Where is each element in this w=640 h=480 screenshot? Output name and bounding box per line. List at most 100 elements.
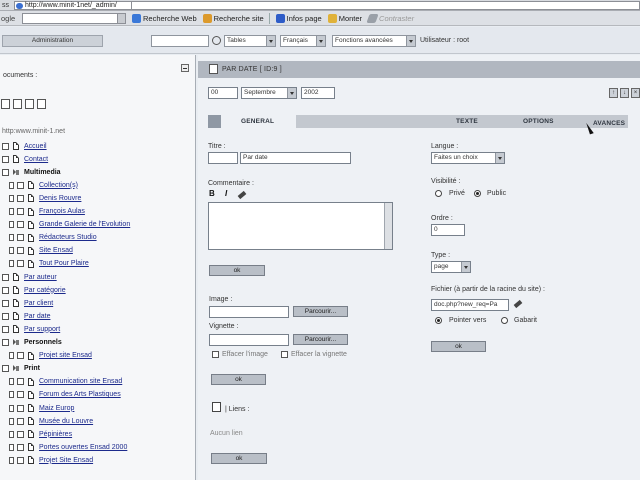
item-checkbox[interactable] (17, 194, 24, 202)
page-info-button[interactable]: Infos page (275, 13, 322, 23)
sidebar-item[interactable]: Forum des Arts Plastiques (9, 389, 121, 401)
sidebar-item-label[interactable]: Forum des Arts Plastiques (39, 391, 121, 398)
sidebar-item-label[interactable]: Pépinières (39, 431, 72, 438)
highlight-button[interactable]: Contraster (366, 13, 414, 23)
sidebar-item-label[interactable]: Denis Rouvre (39, 195, 81, 202)
item-checkbox[interactable] (17, 181, 24, 189)
title-prefix-field[interactable] (208, 152, 238, 164)
sidebar-item[interactable]: Communication site Ensad (9, 376, 122, 388)
sidebar-item[interactable]: Print (2, 363, 40, 375)
item-checkbox[interactable] (17, 208, 24, 215)
sidebar-item-label[interactable]: Print (24, 365, 40, 372)
point-to-radio[interactable] (435, 317, 442, 324)
image-path-field[interactable] (209, 306, 289, 318)
sidebar-item[interactable]: Multimedia (2, 166, 61, 178)
search-icon[interactable] (212, 36, 221, 45)
item-checkbox[interactable] (2, 339, 9, 346)
sidebar-item-label[interactable]: Tout Pour Plaire (39, 260, 89, 267)
item-checkbox[interactable] (17, 234, 24, 242)
address-field-remainder[interactable] (130, 0, 640, 10)
tab-texte[interactable]: TEXTE (456, 115, 478, 128)
template-radio[interactable] (501, 317, 508, 324)
sidebar-item[interactable]: Denis Rouvre (9, 192, 81, 204)
sidebar-item-label[interactable]: Par auteur (24, 274, 57, 281)
item-checkbox[interactable] (17, 247, 24, 255)
comment-textarea[interactable] (208, 202, 393, 250)
tables-select[interactable]: Tables (224, 35, 276, 47)
google-search-input[interactable] (22, 12, 126, 24)
arrow-down-icon[interactable]: ↓ (620, 88, 629, 98)
delete-icon[interactable] (25, 99, 34, 109)
sidebar-item[interactable]: Portes ouvertes Ensad 2000 (9, 441, 127, 453)
ok-button-options[interactable]: ok (431, 341, 486, 352)
sidebar-item-label[interactable]: Accueil (24, 143, 47, 150)
up-button[interactable]: Monter (327, 13, 362, 23)
page-language-select[interactable]: Faites un choix (431, 152, 505, 164)
sidebar-item-label[interactable]: Personnels (24, 339, 62, 346)
web-search-button[interactable]: Recherche Web (132, 13, 197, 23)
sidebar-item-label[interactable]: Par client (24, 300, 53, 307)
scrollbar[interactable] (384, 203, 392, 249)
order-field[interactable]: 0 (431, 224, 465, 236)
sidebar-item[interactable]: Projet Site Ensad (9, 454, 93, 466)
date-month-select[interactable]: Septembre (241, 87, 297, 99)
bold-button[interactable]: B (209, 189, 215, 198)
item-checkbox[interactable] (17, 352, 24, 360)
item-checkbox[interactable] (17, 456, 24, 464)
delete-image-checkbox[interactable] (212, 351, 219, 358)
tab-general[interactable]: GENERAL (241, 115, 274, 128)
sidebar-item[interactable]: François Aulas (9, 206, 85, 218)
edit-icon[interactable] (513, 299, 523, 309)
item-checkbox[interactable] (17, 221, 24, 229)
sidebar-item[interactable]: Contact (2, 153, 48, 165)
admin-search-input[interactable] (151, 35, 209, 47)
delete-vignette-checkbox[interactable] (281, 351, 288, 358)
sidebar-item[interactable]: Personnels (2, 337, 62, 349)
item-checkbox[interactable] (17, 378, 24, 386)
ok-button-comment[interactable]: ok (209, 265, 265, 276)
sidebar-item[interactable]: Collection(s) (9, 179, 78, 191)
item-checkbox[interactable] (2, 299, 9, 307)
arrow-up-icon[interactable]: ↑ (609, 88, 618, 98)
sidebar-item[interactable]: Par client (2, 297, 53, 309)
chevron-down-icon[interactable] (117, 13, 125, 23)
sidebar-item[interactable]: Par support (2, 323, 60, 335)
title-field[interactable]: Par date (240, 152, 351, 164)
sidebar-item[interactable]: Par catégorie (2, 284, 66, 296)
sidebar-item[interactable]: Pépinières (9, 428, 72, 440)
item-checkbox[interactable] (2, 273, 9, 281)
vignette-browse-button[interactable]: Parcourir... (293, 334, 348, 345)
collapse-icon[interactable] (181, 64, 189, 72)
sidebar-item-label[interactable]: Projet site Ensad (39, 352, 92, 359)
language-select[interactable]: Français (280, 35, 326, 47)
sidebar-item[interactable]: Tout Pour Plaire (9, 258, 89, 270)
sidebar-item-label[interactable]: Collection(s) (39, 182, 78, 189)
item-checkbox[interactable] (2, 365, 9, 373)
sidebar-item-label[interactable]: Par support (24, 326, 60, 333)
sidebar-item-label[interactable]: Communication site Ensad (39, 378, 122, 385)
sidebar-item-label[interactable]: Multimedia (24, 169, 61, 176)
administration-button[interactable]: Administration (2, 35, 103, 47)
sidebar-item-label[interactable]: Maiz Europ (39, 405, 74, 412)
sidebar-item-label[interactable]: François Aulas (39, 208, 85, 215)
sidebar-item-label[interactable]: Par catégorie (24, 287, 66, 294)
item-checkbox[interactable] (2, 325, 9, 333)
item-checkbox[interactable] (2, 155, 9, 163)
item-checkbox[interactable] (17, 443, 24, 451)
sidebar-item-label[interactable]: Site Ensad (39, 247, 73, 254)
ok-button-images[interactable]: ok (211, 374, 266, 385)
item-checkbox[interactable] (17, 260, 24, 268)
sidebar-item[interactable]: Accueil (2, 140, 47, 152)
sidebar-item[interactable]: Par date (2, 310, 50, 322)
public-radio[interactable] (474, 190, 481, 197)
item-checkbox[interactable] (2, 168, 9, 176)
date-year-field[interactable]: 2002 (301, 87, 335, 99)
file-field[interactable]: doc.php?new_req=Pa (431, 299, 509, 311)
sidebar-item-label[interactable]: Portes ouvertes Ensad 2000 (39, 444, 127, 451)
tab-avances[interactable]: AVANCES (593, 117, 625, 130)
sidebar-item[interactable]: Projet site Ensad (9, 350, 92, 362)
sidebar-item-label[interactable]: Musée du Louvre (39, 418, 93, 425)
sidebar-item[interactable]: Grande Galerie de l'Evolution (9, 219, 130, 231)
sidebar-item[interactable]: Rédacteurs Studio (9, 232, 97, 244)
item-checkbox[interactable] (17, 417, 24, 425)
